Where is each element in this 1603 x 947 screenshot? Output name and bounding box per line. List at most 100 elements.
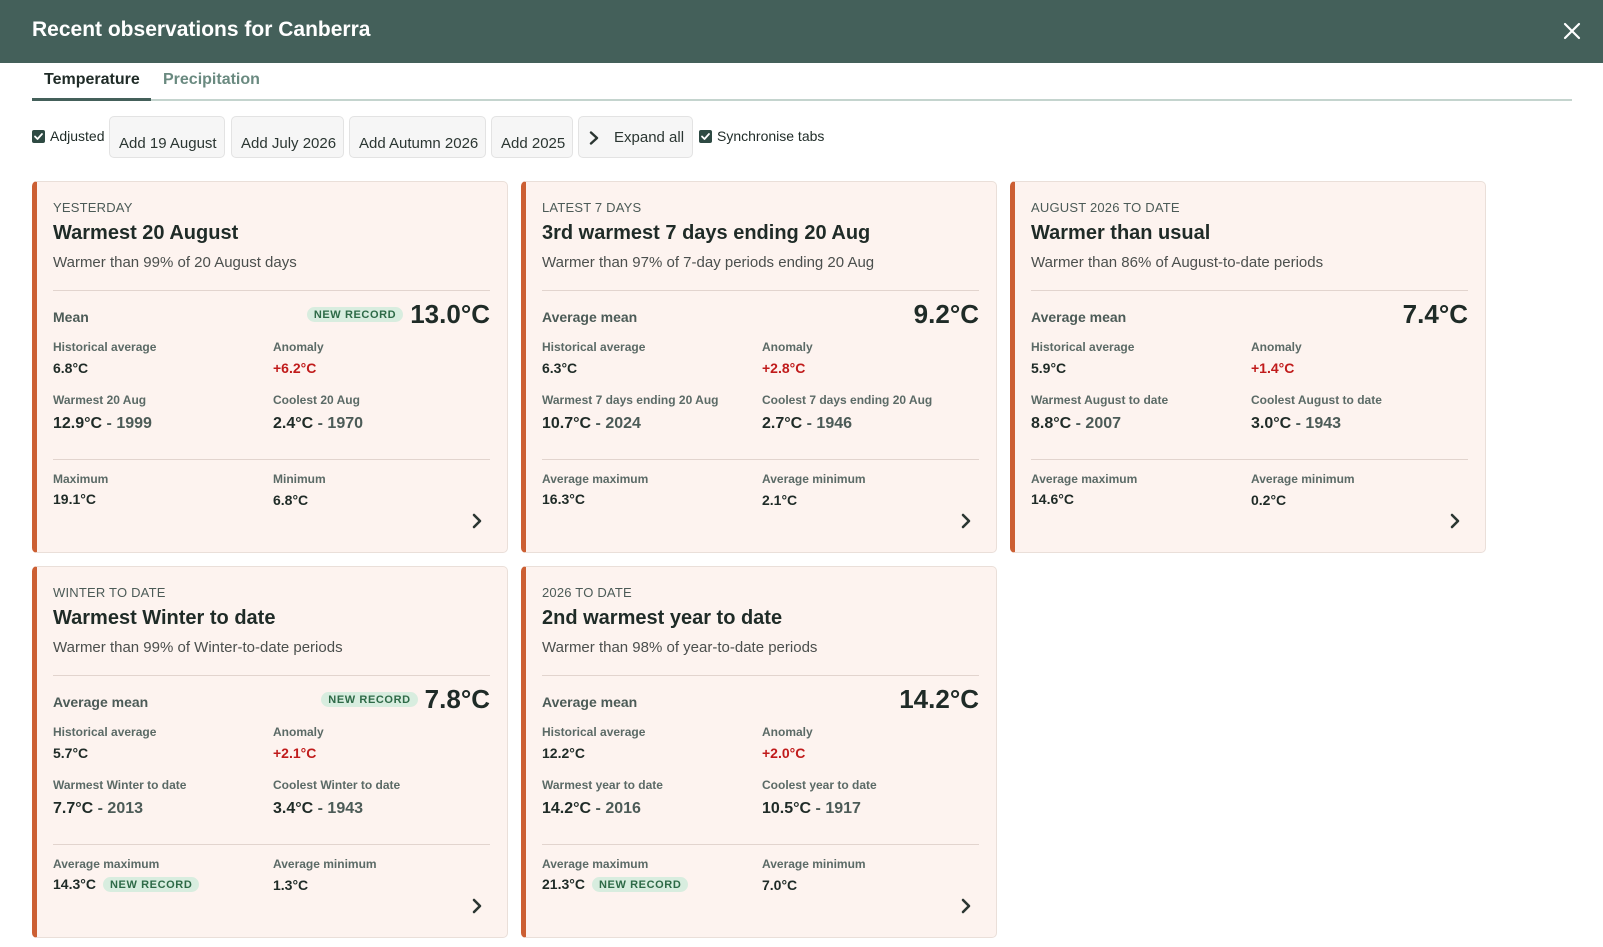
warmest-record-temp: 14.2°C <box>542 800 592 817</box>
coolest-record-value: 2.7°C - 1946 <box>762 415 853 432</box>
mean-label: Average mean <box>542 694 638 710</box>
minimum-label: Average minimum <box>273 857 377 871</box>
chevron-right-icon <box>961 513 971 529</box>
card-expand-button[interactable] <box>468 512 486 530</box>
minimum-value: 6.8°C <box>273 492 309 508</box>
coolest-record-temp: 3.0°C <box>1251 415 1292 432</box>
maximum-value-group: 19.1°C <box>53 491 96 507</box>
mean-value: 14.2°C <box>899 684 979 714</box>
add-autumn-2026-button[interactable]: Add Autumn 2026 <box>349 116 486 158</box>
historical-average-label: Historical average <box>53 340 157 354</box>
observation-card: 2026 TO DATE 2nd warmest year to date Wa… <box>521 566 997 938</box>
close-icon <box>1563 22 1581 40</box>
coolest-record-year: 1946 <box>816 415 853 432</box>
mean-value-group: NEW RECORD 13.0°C <box>306 299 490 330</box>
chevron-right-icon <box>961 898 971 914</box>
warmest-record-year: 2024 <box>605 415 641 432</box>
tab-precipitation[interactable]: Precipitation <box>163 71 260 89</box>
mean-label: Average mean <box>53 694 149 710</box>
anomaly-label: Anomaly <box>762 340 813 354</box>
close-button[interactable] <box>1558 17 1586 45</box>
minimum-value: 2.1°C <box>762 492 798 508</box>
card-subtitle: Warmer than 86% of August-to-date period… <box>1031 254 1324 271</box>
card-subtitle: Warmer than 97% of 7-day periods ending … <box>542 254 875 271</box>
historical-average-value: 6.8°C <box>53 360 89 376</box>
anomaly-value: +2.0°C <box>762 745 806 761</box>
card-expand-button[interactable] <box>957 897 975 915</box>
card-expand-button[interactable] <box>1446 512 1464 530</box>
minimum-label: Average minimum <box>762 857 866 871</box>
warmest-record-temp: 7.7°C <box>53 800 94 817</box>
coolest-record-label: Coolest August to date <box>1251 393 1382 407</box>
coolest-record-year: 1970 <box>327 415 364 432</box>
anomaly-value: +2.8°C <box>762 360 806 376</box>
anomaly-value: +6.2°C <box>273 360 317 376</box>
chevron-right-icon <box>1450 513 1460 529</box>
card-divider <box>1031 459 1468 460</box>
warmest-record-value: 7.7°C - 2013 <box>53 800 144 817</box>
coolest-record-temp: 10.5°C <box>762 800 812 817</box>
coolest-record-label: Coolest 7 days ending 20 Aug <box>762 393 933 407</box>
warmest-record-value: 14.2°C - 2016 <box>542 800 641 817</box>
coolest-record-temp: 2.7°C <box>762 415 803 432</box>
card-period-label: LATEST 7 DAYS <box>542 200 642 215</box>
tab-temperature[interactable]: Temperature <box>44 71 140 89</box>
new-record-badge: NEW RECORD <box>102 876 200 892</box>
minimum-value: 1.3°C <box>273 877 309 893</box>
minimum-label: Minimum <box>273 472 326 486</box>
mean-label: Average mean <box>1031 309 1127 325</box>
coolest-record-label: Coolest 20 Aug <box>273 393 360 407</box>
historical-average-value: 12.2°C <box>542 745 585 761</box>
mean-value-group: 7.4°C <box>1403 299 1468 330</box>
new-record-badge: NEW RECORD <box>591 876 689 892</box>
card-period-label: AUGUST 2026 TO DATE <box>1031 200 1180 215</box>
warmest-record-label: Warmest 20 Aug <box>53 393 147 407</box>
add-july-2026-button[interactable]: Add July 2026 <box>231 116 344 158</box>
card-title: 2nd warmest year to date <box>542 607 783 629</box>
add-2025-button[interactable]: Add 2025 <box>491 116 573 158</box>
coolest-record-value: 3.0°C - 1943 <box>1251 415 1342 432</box>
warmest-record-value: 8.8°C - 2007 <box>1031 415 1122 432</box>
observation-card: YESTERDAY Warmest 20 August Warmer than … <box>32 181 508 553</box>
card-expand-button[interactable] <box>468 897 486 915</box>
warmest-record-label: Warmest Winter to date <box>53 778 187 792</box>
historical-average-label: Historical average <box>53 725 157 739</box>
warmest-record-year: 2007 <box>1085 415 1122 432</box>
maximum-value-group: 14.3°C NEW RECORD <box>53 876 200 892</box>
coolest-record-value: 10.5°C - 1917 <box>762 800 861 817</box>
active-tab-indicator <box>32 98 151 101</box>
card-divider <box>542 290 979 291</box>
card-divider <box>53 844 490 845</box>
maximum-value: 14.6°C <box>1031 491 1074 507</box>
historical-average-value: 6.3°C <box>542 360 578 376</box>
card-title: Warmest Winter to date <box>53 607 276 629</box>
anomaly-label: Anomaly <box>273 340 324 354</box>
chevron-right-icon <box>589 131 599 145</box>
synchronise-tabs-label[interactable]: Synchronise tabs <box>717 128 824 144</box>
warmest-record-temp: 10.7°C <box>542 415 592 432</box>
minimum-value: 0.2°C <box>1251 492 1287 508</box>
coolest-record-label: Coolest year to date <box>762 778 877 792</box>
card-divider <box>542 675 979 676</box>
card-divider <box>542 459 979 460</box>
minimum-value: 7.0°C <box>762 877 798 893</box>
adjusted-label[interactable]: Adjusted <box>50 128 104 144</box>
maximum-label: Average maximum <box>53 857 160 871</box>
card-divider <box>1031 290 1468 291</box>
coolest-record-temp: 3.4°C <box>273 800 314 817</box>
card-expand-button[interactable] <box>957 512 975 530</box>
card-title: 3rd warmest 7 days ending 20 Aug <box>542 222 871 244</box>
modal-header: Recent observations for Canberra <box>0 0 1603 63</box>
expand-all-button[interactable]: Expand all <box>578 116 693 158</box>
warmest-record-label: Warmest year to date <box>542 778 663 792</box>
card-title: Warmest 20 August <box>53 222 239 244</box>
mean-value-group: NEW RECORD 7.8°C <box>321 684 490 715</box>
adjusted-checkbox[interactable] <box>32 130 45 143</box>
modal-title: Recent observations for Canberra <box>32 18 371 41</box>
card-subtitle: Warmer than 98% of year-to-date periods <box>542 639 818 656</box>
mean-label: Average mean <box>542 309 638 325</box>
warmest-record-value: 10.7°C - 2024 <box>542 415 641 432</box>
add-19-august-button[interactable]: Add 19 August <box>109 116 225 158</box>
observation-card: WINTER TO DATE Warmest Winter to date Wa… <box>32 566 508 938</box>
synchronise-tabs-checkbox[interactable] <box>699 130 712 143</box>
